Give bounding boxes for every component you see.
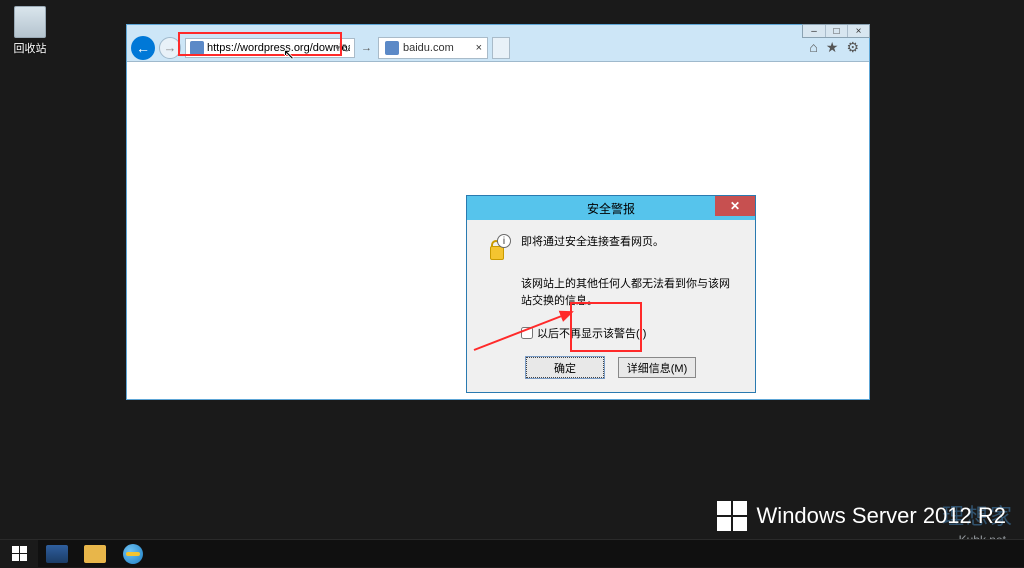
maximize-button[interactable]: □ [825, 25, 847, 37]
tab-favicon [385, 41, 399, 55]
os-name: Windows Server 2012 R2 [757, 503, 1006, 529]
dialog-body: i 即将通过安全连接查看网页。 该网站上的其他任何人都无法看到你与该网站交换的信… [467, 220, 755, 392]
dialog-titlebar[interactable]: 安全警报 ✕ [467, 196, 755, 220]
address-bar[interactable]: ▾ ↻ [185, 38, 355, 58]
dialog-title: 安全警报 [587, 200, 635, 217]
taskbar-file-explorer[interactable] [76, 540, 114, 568]
taskbar [0, 539, 1024, 567]
window-controls: – □ × [802, 24, 870, 38]
taskbar-internet-explorer[interactable] [114, 540, 152, 568]
forward-button[interactable]: → [159, 37, 181, 59]
dialog-message-1: 即将通过安全连接查看网页。 [521, 234, 664, 264]
tab-label: baidu.com [403, 42, 454, 54]
home-icon[interactable]: ⌂ [809, 39, 817, 56]
server-manager-icon [46, 545, 68, 563]
checkbox-input[interactable] [521, 327, 533, 339]
favorites-icon[interactable]: ★ [826, 39, 839, 56]
recycle-bin[interactable]: 回收站 [12, 6, 48, 56]
ie-titlebar[interactable]: – □ × [127, 25, 869, 36]
minimize-button[interactable]: – [803, 25, 825, 37]
site-icon [190, 41, 204, 55]
back-button[interactable]: ← [131, 36, 155, 60]
recycle-bin-label: 回收站 [12, 40, 48, 56]
security-alert-dialog: 安全警报 ✕ i 即将通过安全连接查看网页。 该网站上的其他任何人都无法看到你与… [466, 195, 756, 393]
new-tab-button[interactable] [492, 37, 510, 59]
close-button[interactable]: × [847, 25, 869, 37]
refresh-icon[interactable]: ↻ [342, 42, 351, 55]
dialog-message-2: 该网站上的其他任何人都无法看到你与该网站交换的信息。 [521, 276, 739, 309]
ie-navbar: ← → ▾ ↻ → baidu.com × ⌂ ★ ⚙ [127, 36, 869, 62]
go-button[interactable]: → [359, 42, 374, 54]
address-dropdown-icon[interactable]: ▾ [335, 43, 340, 54]
more-info-button[interactable]: 详细信息(M) [618, 357, 696, 378]
taskbar-server-manager[interactable] [38, 540, 76, 568]
recycle-bin-icon [14, 6, 46, 38]
dont-show-again-checkbox[interactable]: 以后不再显示该警告(I) [521, 325, 739, 341]
gear-icon[interactable]: ⚙ [846, 39, 859, 56]
checkbox-label: 以后不再显示该警告(I) [537, 325, 646, 341]
ok-button[interactable]: 确定 [526, 357, 604, 378]
tab-close-icon[interactable]: × [476, 42, 482, 54]
address-input[interactable] [207, 42, 350, 54]
os-branding: Windows Server 2012 R2 [717, 501, 1006, 531]
lock-info-icon: i [483, 234, 511, 264]
folder-icon [84, 545, 106, 563]
start-icon [12, 546, 27, 561]
browser-tab[interactable]: baidu.com × [378, 37, 488, 59]
dialog-close-button[interactable]: ✕ [715, 196, 755, 216]
ie-toolbar-right: ⌂ ★ ⚙ [809, 39, 865, 56]
ie-icon [123, 544, 143, 564]
start-button[interactable] [0, 540, 38, 568]
windows-logo-icon [717, 501, 747, 531]
